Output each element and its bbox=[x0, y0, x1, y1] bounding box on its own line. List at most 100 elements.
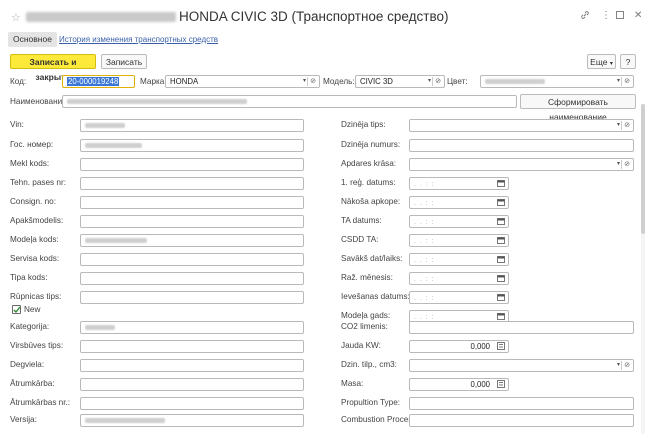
raz-menesis-field[interactable]: . . : : bbox=[409, 272, 509, 285]
chevron-down-icon[interactable]: ▾ bbox=[617, 120, 620, 131]
reg-datums-mask: . . : : bbox=[414, 181, 435, 188]
open-link-icon[interactable]: ⊘ bbox=[624, 76, 630, 87]
ievesanas-datums-field[interactable]: . . : : bbox=[409, 291, 509, 304]
jauda-kw-field[interactable]: 0,000 bbox=[409, 340, 509, 353]
csdd-ta-mask: . . : : bbox=[414, 238, 435, 245]
modela-kods-field[interactable] bbox=[80, 234, 304, 247]
new-label: New bbox=[24, 305, 41, 314]
masa-field[interactable]: 0,000 bbox=[409, 378, 509, 391]
calculator-icon[interactable] bbox=[497, 342, 505, 350]
brand-field[interactable]: HONDA ▾ ⊘ bbox=[165, 75, 320, 88]
more-vertical-icon[interactable]: ⋮ bbox=[601, 10, 611, 21]
calculator-icon[interactable] bbox=[497, 380, 505, 388]
dzin-tilp-label: Dzin. tilp., cm3: bbox=[341, 360, 397, 369]
code-field[interactable]: 20-000019248 bbox=[62, 75, 135, 88]
servisa-kods-field[interactable] bbox=[80, 253, 304, 266]
versija-label: Versija: bbox=[10, 415, 37, 424]
calendar-icon[interactable] bbox=[497, 274, 505, 282]
close-icon[interactable]: ✕ bbox=[634, 10, 642, 21]
calendar-icon[interactable] bbox=[497, 217, 505, 225]
tipa-kods-field[interactable] bbox=[80, 272, 304, 285]
reg-datums-field[interactable]: . . : : bbox=[409, 177, 509, 190]
gos-nomer-value-redacted bbox=[85, 143, 142, 149]
more-button[interactable]: Еще ▾ bbox=[587, 54, 616, 69]
dzin-tilp-field[interactable]: ▾ ⊘ bbox=[409, 359, 634, 372]
mekl-kods-field[interactable] bbox=[80, 158, 304, 171]
versija-field[interactable] bbox=[80, 414, 304, 427]
minimize-icon[interactable] bbox=[616, 10, 625, 23]
chevron-down-icon[interactable]: ▾ bbox=[617, 159, 620, 170]
consign-no-field[interactable] bbox=[80, 196, 304, 209]
link-icon[interactable] bbox=[580, 10, 590, 23]
combustion-process-field[interactable] bbox=[409, 414, 634, 427]
chevron-down-icon[interactable]: ▾ bbox=[428, 76, 431, 87]
tehn-pases-field[interactable] bbox=[80, 177, 304, 190]
jauda-kw-label: Jauda KW: bbox=[341, 341, 381, 350]
kategorija-field[interactable] bbox=[80, 321, 304, 334]
divider bbox=[621, 160, 622, 169]
ta-datums-mask: . . : : bbox=[414, 219, 435, 226]
ta-datums-field[interactable]: . . : : bbox=[409, 215, 509, 228]
degviela-field[interactable] bbox=[80, 359, 304, 372]
scrollbar-thumb[interactable] bbox=[641, 104, 645, 234]
chevron-down-icon: ▾ bbox=[609, 61, 613, 67]
dzineja-numurs-label: Dzinēja numurs: bbox=[341, 140, 401, 149]
atrumkarba-label: Ātrumkārba: bbox=[10, 379, 55, 388]
jauda-kw-value: 0,000 bbox=[470, 342, 490, 351]
atrumkarbas-nr-field[interactable] bbox=[80, 397, 304, 410]
save-button[interactable]: Записать bbox=[101, 54, 147, 69]
dzineja-tips-field[interactable]: ▾ ⊘ bbox=[409, 119, 634, 132]
open-link-icon[interactable]: ⊘ bbox=[624, 159, 630, 170]
vin-field[interactable] bbox=[80, 119, 304, 132]
checkmark-icon bbox=[13, 306, 21, 314]
name-label: Наименование: bbox=[10, 97, 70, 106]
calendar-icon[interactable] bbox=[497, 236, 505, 244]
open-link-icon[interactable]: ⊘ bbox=[310, 76, 316, 87]
open-link-icon[interactable]: ⊘ bbox=[624, 360, 630, 371]
open-link-icon[interactable]: ⊘ bbox=[435, 76, 441, 87]
chevron-down-icon[interactable]: ▾ bbox=[617, 76, 620, 87]
ievesanas-datums-mask: . . : : bbox=[414, 295, 435, 302]
atrumkarba-field[interactable] bbox=[80, 378, 304, 391]
co2-limenis-field[interactable] bbox=[409, 321, 634, 334]
new-checkbox[interactable] bbox=[12, 305, 21, 314]
divider bbox=[307, 77, 308, 86]
nakosa-apkope-label: Nākoša apkope: bbox=[341, 197, 401, 206]
savaks-dat-field[interactable]: . . : : bbox=[409, 253, 509, 266]
chevron-down-icon[interactable]: ▾ bbox=[303, 76, 306, 87]
chevron-down-icon[interactable]: ▾ bbox=[617, 360, 620, 371]
model-field[interactable]: CIVIC 3D ▾ ⊘ bbox=[355, 75, 445, 88]
gos-nomer-field[interactable] bbox=[80, 139, 304, 152]
virsbuves-tips-field[interactable] bbox=[80, 340, 304, 353]
raz-menesis-label: Raž. mēnesis: bbox=[341, 273, 393, 282]
generate-name-button[interactable]: Сформировать наименование bbox=[520, 94, 636, 122]
color-label: Цвет: bbox=[447, 77, 468, 86]
calendar-icon[interactable] bbox=[497, 293, 505, 301]
co2-limenis-label: CO2 limenis: bbox=[341, 322, 388, 331]
ievesanas-datums-label: Ievešanas datums: bbox=[341, 292, 410, 301]
modela-kods-value-redacted bbox=[85, 238, 147, 244]
savaks-dat-mask: . . : : bbox=[414, 257, 435, 264]
color-field[interactable]: ▾ ⊘ bbox=[480, 75, 634, 88]
tipa-kods-label: Tipa kods: bbox=[10, 273, 48, 282]
name-field[interactable] bbox=[62, 95, 517, 108]
calendar-icon[interactable] bbox=[497, 255, 505, 263]
tab-main[interactable]: Основное bbox=[8, 32, 57, 47]
help-button[interactable]: ? bbox=[620, 54, 636, 69]
rupnicas-tips-field[interactable] bbox=[80, 291, 304, 304]
apaksmodelis-field[interactable] bbox=[80, 215, 304, 228]
propultion-type-field[interactable] bbox=[409, 397, 634, 410]
csdd-ta-field[interactable]: . . : : bbox=[409, 234, 509, 247]
tab-history[interactable]: История изменения транспортных средств bbox=[59, 35, 218, 44]
star-icon[interactable]: ☆ bbox=[11, 11, 21, 24]
calendar-icon[interactable] bbox=[497, 179, 505, 187]
open-link-icon[interactable]: ⊘ bbox=[624, 120, 630, 131]
calendar-icon[interactable] bbox=[497, 198, 505, 206]
calendar-icon[interactable] bbox=[497, 312, 505, 320]
apdares-krasa-field[interactable]: ▾ ⊘ bbox=[409, 158, 634, 171]
dzineja-numurs-field[interactable] bbox=[409, 139, 634, 152]
modela-gads-label: Modeļa gads: bbox=[341, 311, 391, 320]
save-close-button[interactable]: Записать и закрыть bbox=[10, 54, 96, 82]
tehn-pases-label: Tehn. pases nr: bbox=[10, 178, 66, 187]
nakosa-apkope-field[interactable]: . . : : bbox=[409, 196, 509, 209]
